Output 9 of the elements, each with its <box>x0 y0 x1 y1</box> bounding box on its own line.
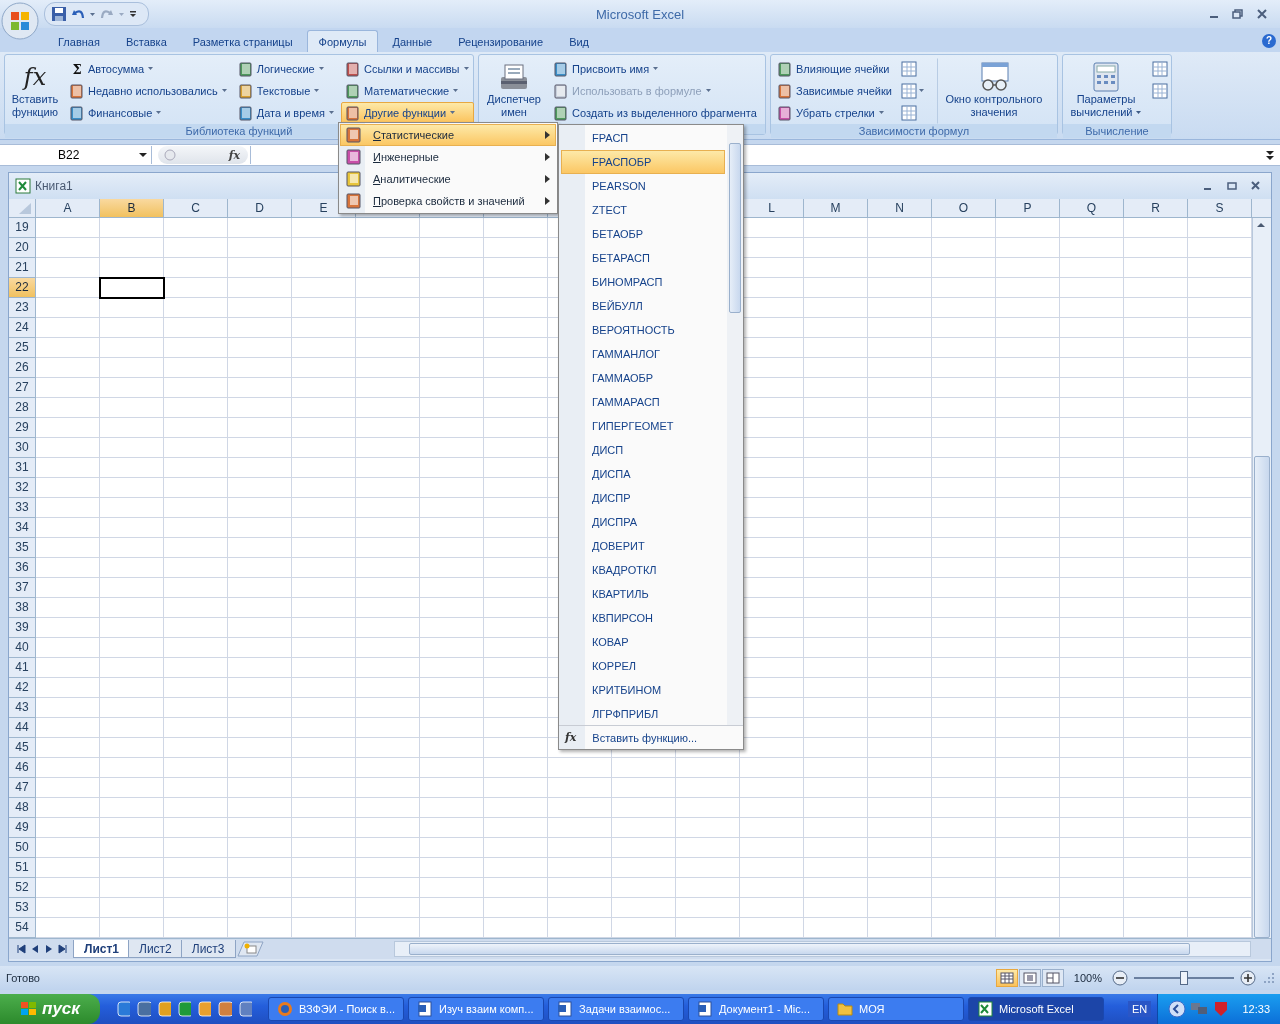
group-title: Вычисление <box>1063 124 1171 138</box>
function-icon: fx <box>23 61 47 93</box>
sigma-icon: Σ <box>69 61 85 77</box>
window-title: Microsoft Excel <box>595 6 685 22</box>
zoom-level: 100% <box>1073 972 1102 984</box>
workbook-title: Книга1 <box>35 179 73 193</box>
group-title: Зависимости формул <box>771 124 1057 138</box>
clock: 12:33 <box>1242 1003 1270 1015</box>
status-text: Готово <box>6 972 41 984</box>
